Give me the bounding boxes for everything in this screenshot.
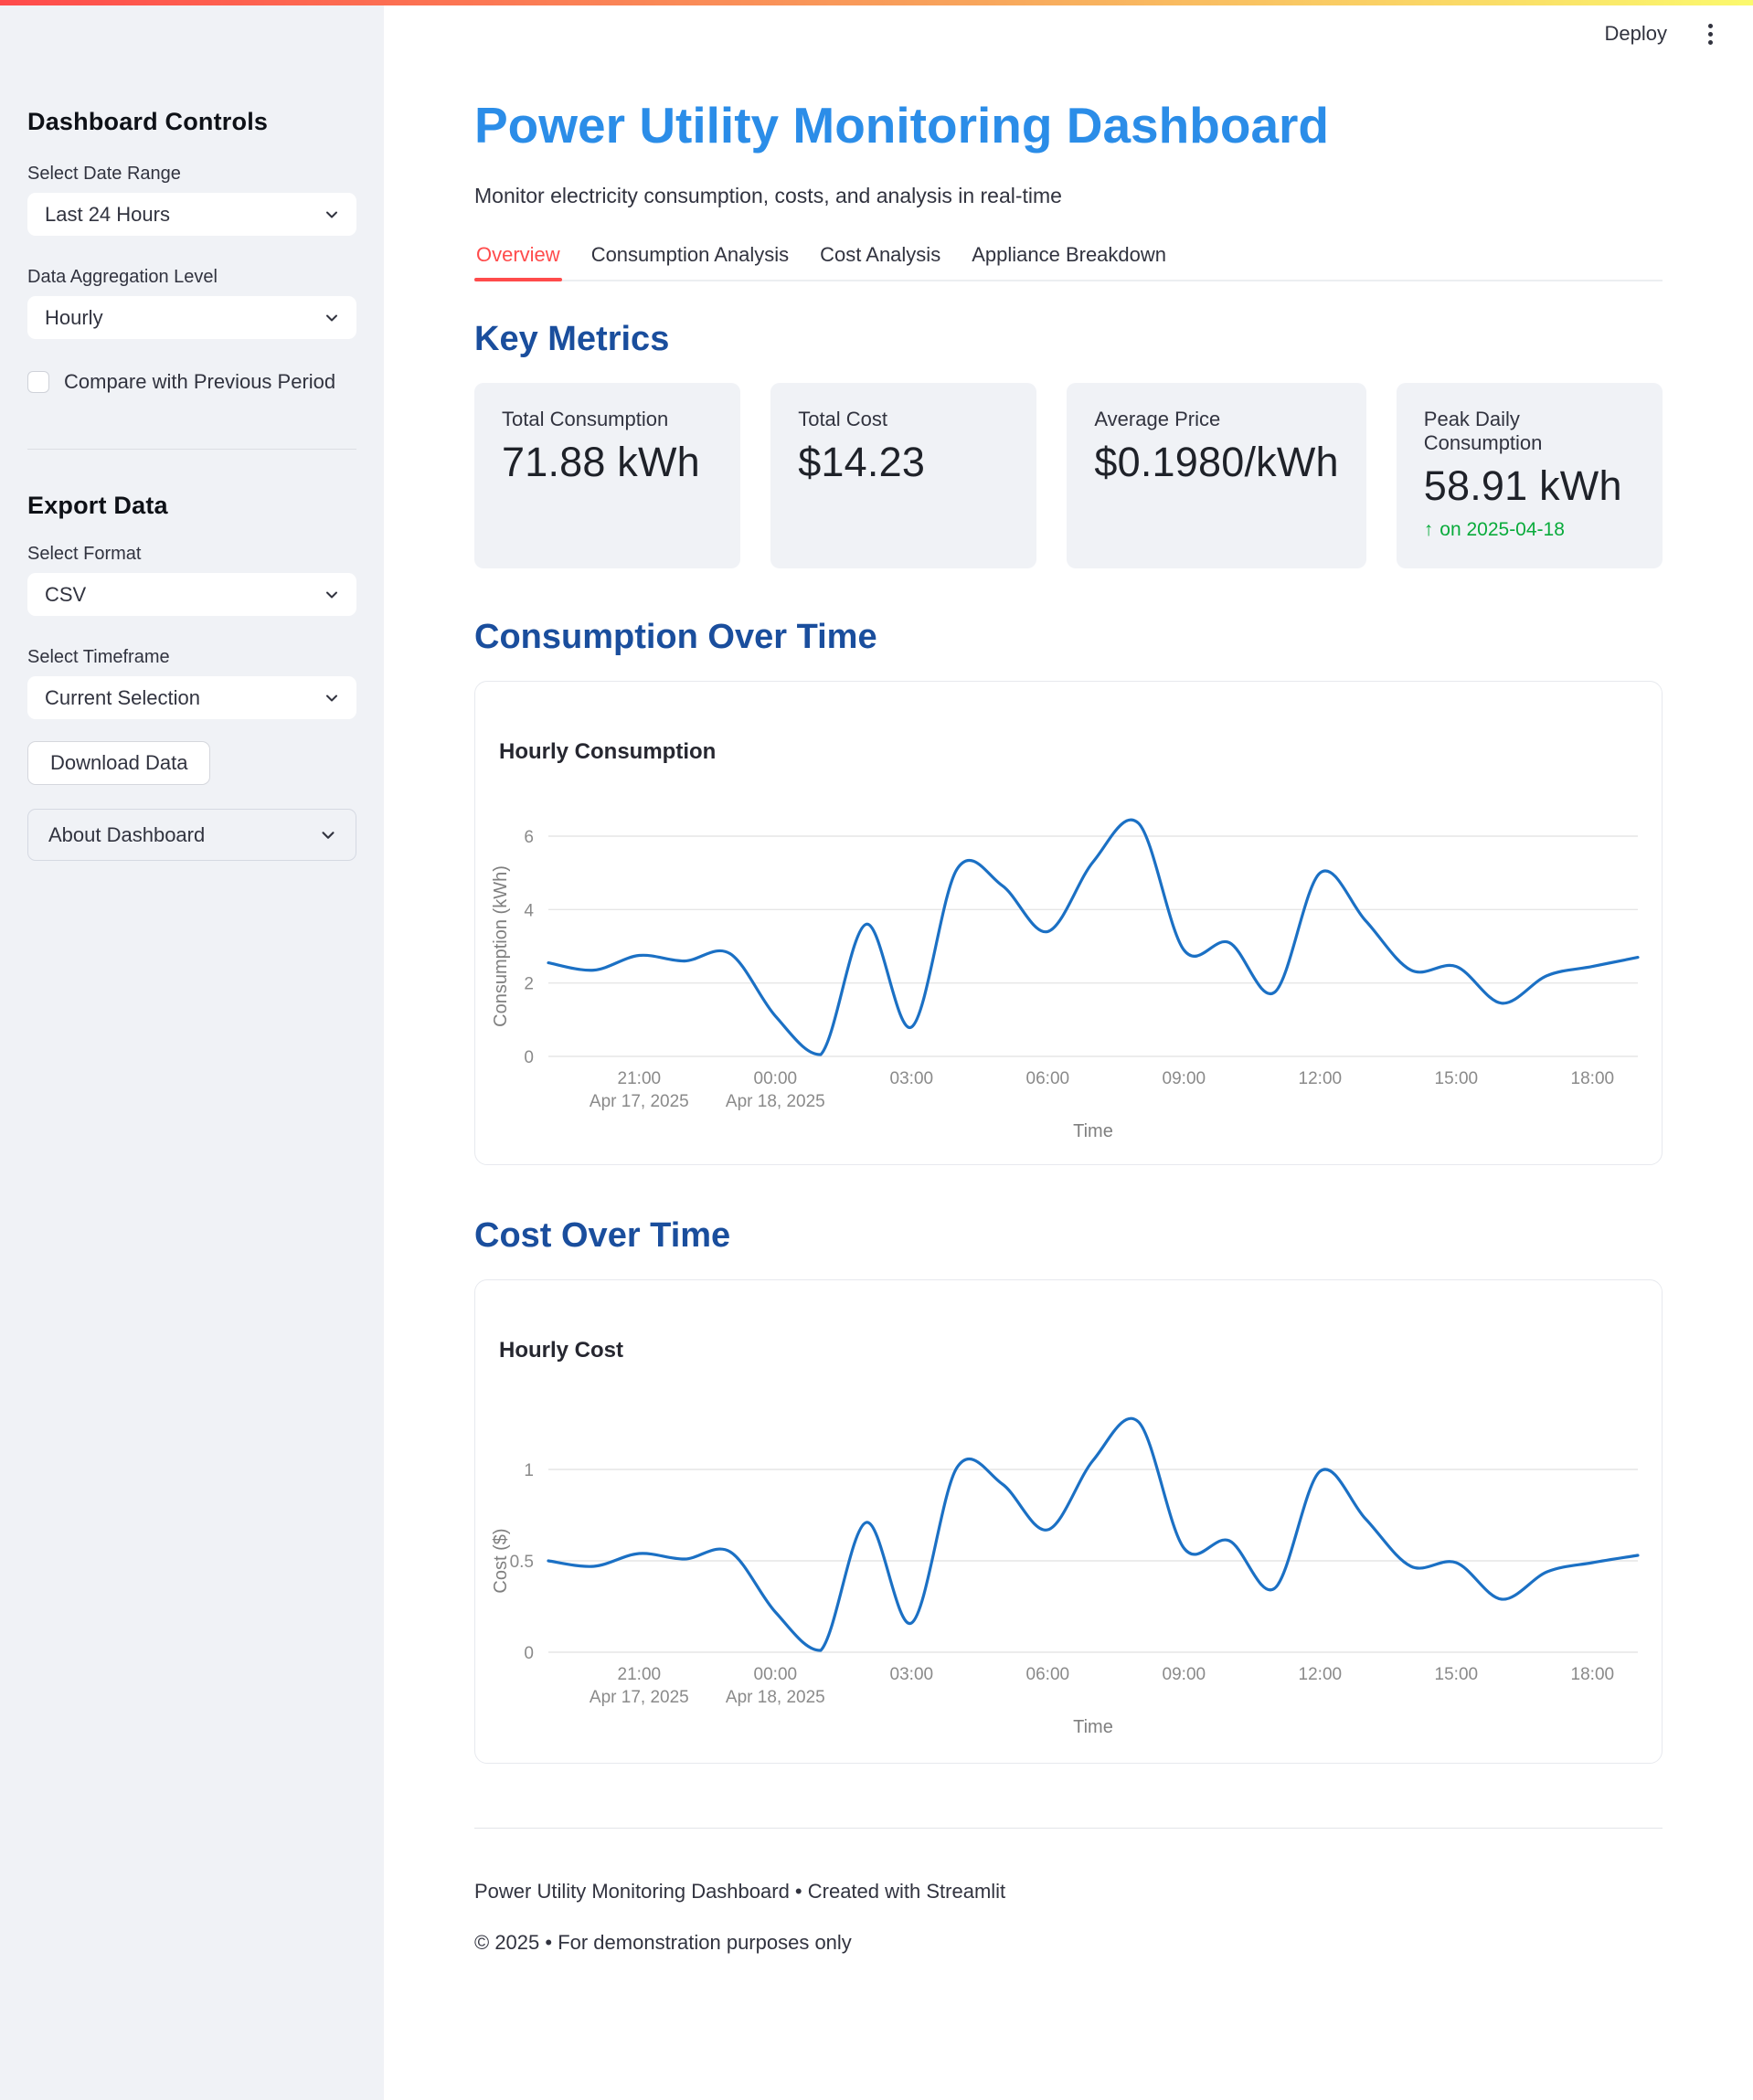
page-subtitle: Monitor electricity consumption, costs, … xyxy=(474,184,1663,208)
metric-total-cost: Total Cost $14.23 xyxy=(770,383,1036,568)
aggregation-value: Hourly xyxy=(45,306,103,330)
x-tick-label: 12:00 xyxy=(1299,1665,1343,1684)
y-tick-label: 4 xyxy=(524,902,534,921)
timeframe-select[interactable]: Current Selection xyxy=(27,676,356,719)
consumption-chart-card[interactable]: Hourly Consumption 0 2 4 6 21:00 Apr 17, 2025 0… xyxy=(474,681,1663,1165)
timeframe-value: Current Selection xyxy=(45,686,200,710)
cost-chart-svg: Hourly Cost 0 0.5 1 21:00 Apr 17, 2025 00:00 Ap… xyxy=(475,1280,1662,1763)
metrics-row: Total Consumption 71.88 kWh Total Cost $… xyxy=(474,383,1663,568)
y-tick-label: 0 xyxy=(524,1048,534,1067)
x-tick-label: 12:00 xyxy=(1299,1069,1343,1088)
tab-consumption-analysis[interactable]: Consumption Analysis xyxy=(590,238,791,280)
chart-title: Hourly Consumption xyxy=(499,739,716,764)
date-range-label: Select Date Range xyxy=(27,164,356,185)
x-axis-title: Time xyxy=(1073,1121,1113,1141)
y-axis-title: Cost ($) xyxy=(491,1529,511,1594)
metric-total-consumption: Total Consumption 71.88 kWh xyxy=(474,383,740,568)
chevron-down-icon xyxy=(317,824,339,846)
y-tick-label: 1 xyxy=(524,1461,534,1480)
y-tick-label: 0.5 xyxy=(510,1553,534,1572)
date-range-value: Last 24 Hours xyxy=(45,203,170,227)
about-dashboard-expander[interactable]: About Dashboard xyxy=(27,809,356,861)
x-tick-label: 21:00 xyxy=(618,1069,662,1088)
tab-bar: Overview Consumption Analysis Cost Analy… xyxy=(474,238,1663,281)
timeframe-label: Select Timeframe xyxy=(27,647,356,668)
chevron-down-icon xyxy=(322,585,342,605)
x-tick-date-label: Apr 18, 2025 xyxy=(726,1092,825,1111)
about-dashboard-label: About Dashboard xyxy=(48,823,205,847)
cost-section-heading: Cost Over Time xyxy=(474,1216,1663,1256)
chevron-down-icon xyxy=(322,205,342,225)
x-tick-label: 18:00 xyxy=(1571,1665,1615,1684)
x-tick-label: 03:00 xyxy=(890,1665,934,1684)
app-header: Deploy xyxy=(1605,18,1722,49)
x-tick-label: 00:00 xyxy=(754,1665,798,1684)
x-tick-date-label: Apr 17, 2025 xyxy=(590,1688,689,1707)
compare-checkbox-label: Compare with Previous Period xyxy=(64,370,335,394)
compare-checkbox-row: Compare with Previous Period xyxy=(27,370,356,394)
metric-value: $0.1980/kWh xyxy=(1094,439,1338,486)
main-content: Power Utility Monitoring Dashboard Monit… xyxy=(384,5,1753,2064)
consumption-chart-svg: Hourly Consumption 0 2 4 6 21:00 Apr 17, 2025 0… xyxy=(475,682,1662,1164)
page-title: Power Utility Monitoring Dashboard xyxy=(474,97,1663,154)
y-tick-label: 2 xyxy=(524,975,534,994)
sidebar-divider xyxy=(27,449,356,450)
metric-label: Peak Daily Consumption xyxy=(1424,408,1635,455)
date-range-select[interactable]: Last 24 Hours xyxy=(27,193,356,236)
aggregation-label: Data Aggregation Level xyxy=(27,267,356,288)
x-tick-label: 18:00 xyxy=(1571,1069,1615,1088)
deploy-button[interactable]: Deploy xyxy=(1605,22,1667,46)
x-tick-label: 09:00 xyxy=(1163,1665,1206,1684)
chevron-down-icon xyxy=(322,688,342,708)
x-tick-label: 15:00 xyxy=(1435,1069,1479,1088)
x-axis-title: Time xyxy=(1073,1717,1113,1737)
y-axis-title: Consumption (kWh) xyxy=(491,865,511,1027)
sidebar-title: Dashboard Controls xyxy=(27,108,356,136)
x-tick-date-label: Apr 17, 2025 xyxy=(590,1092,689,1111)
aggregation-select[interactable]: Hourly xyxy=(27,296,356,339)
kebab-menu-icon[interactable] xyxy=(1698,18,1722,49)
download-data-button[interactable]: Download Data xyxy=(27,741,210,785)
x-tick-label: 15:00 xyxy=(1435,1665,1479,1684)
format-label: Select Format xyxy=(27,544,356,565)
tab-appliance-breakdown[interactable]: Appliance Breakdown xyxy=(970,238,1168,280)
tab-overview[interactable]: Overview xyxy=(474,238,562,280)
chevron-down-icon xyxy=(322,308,342,328)
format-select[interactable]: CSV xyxy=(27,573,356,616)
metric-average-price: Average Price $0.1980/kWh xyxy=(1067,383,1365,568)
metric-label: Total Cost xyxy=(798,408,1009,431)
compare-checkbox[interactable] xyxy=(27,371,49,393)
export-title: Export Data xyxy=(27,492,356,520)
format-value: CSV xyxy=(45,583,86,607)
metric-peak-daily-consumption: Peak Daily Consumption 58.91 kWh ↑ on 20… xyxy=(1397,383,1663,568)
key-metrics-heading: Key Metrics xyxy=(474,320,1663,359)
footer-copyright: © 2025 • For demonstration purposes only xyxy=(474,1931,1663,2064)
metric-delta-text: on 2025-04-18 xyxy=(1440,519,1565,541)
sidebar: Dashboard Controls Select Date Range Las… xyxy=(0,5,384,2100)
x-tick-label: 06:00 xyxy=(1026,1665,1070,1684)
metric-label: Total Consumption xyxy=(502,408,713,431)
x-tick-label: 00:00 xyxy=(754,1069,798,1088)
x-tick-label: 09:00 xyxy=(1163,1069,1206,1088)
metric-delta: ↑ on 2025-04-18 xyxy=(1424,519,1635,541)
x-tick-label: 21:00 xyxy=(618,1665,662,1684)
metric-value: 58.91 kWh xyxy=(1424,462,1635,510)
x-tick-label: 03:00 xyxy=(890,1069,934,1088)
cost-chart-card[interactable]: Hourly Cost 0 0.5 1 21:00 Apr 17, 2025 00:00 Ap… xyxy=(474,1279,1663,1764)
consumption-section-heading: Consumption Over Time xyxy=(474,618,1663,657)
tab-cost-analysis[interactable]: Cost Analysis xyxy=(818,238,942,280)
chart-title: Hourly Cost xyxy=(499,1338,623,1363)
metric-label: Average Price xyxy=(1094,408,1338,431)
metric-value: 71.88 kWh xyxy=(502,439,713,486)
x-tick-date-label: Apr 18, 2025 xyxy=(726,1688,825,1707)
arrow-up-icon: ↑ xyxy=(1424,519,1434,541)
metric-value: $14.23 xyxy=(798,439,1009,486)
footer-divider xyxy=(474,1828,1663,1829)
footer-credit: Power Utility Monitoring Dashboard • Cre… xyxy=(474,1880,1663,1904)
x-tick-label: 06:00 xyxy=(1026,1069,1070,1088)
y-tick-label: 0 xyxy=(524,1644,534,1663)
y-tick-label: 6 xyxy=(524,828,534,847)
